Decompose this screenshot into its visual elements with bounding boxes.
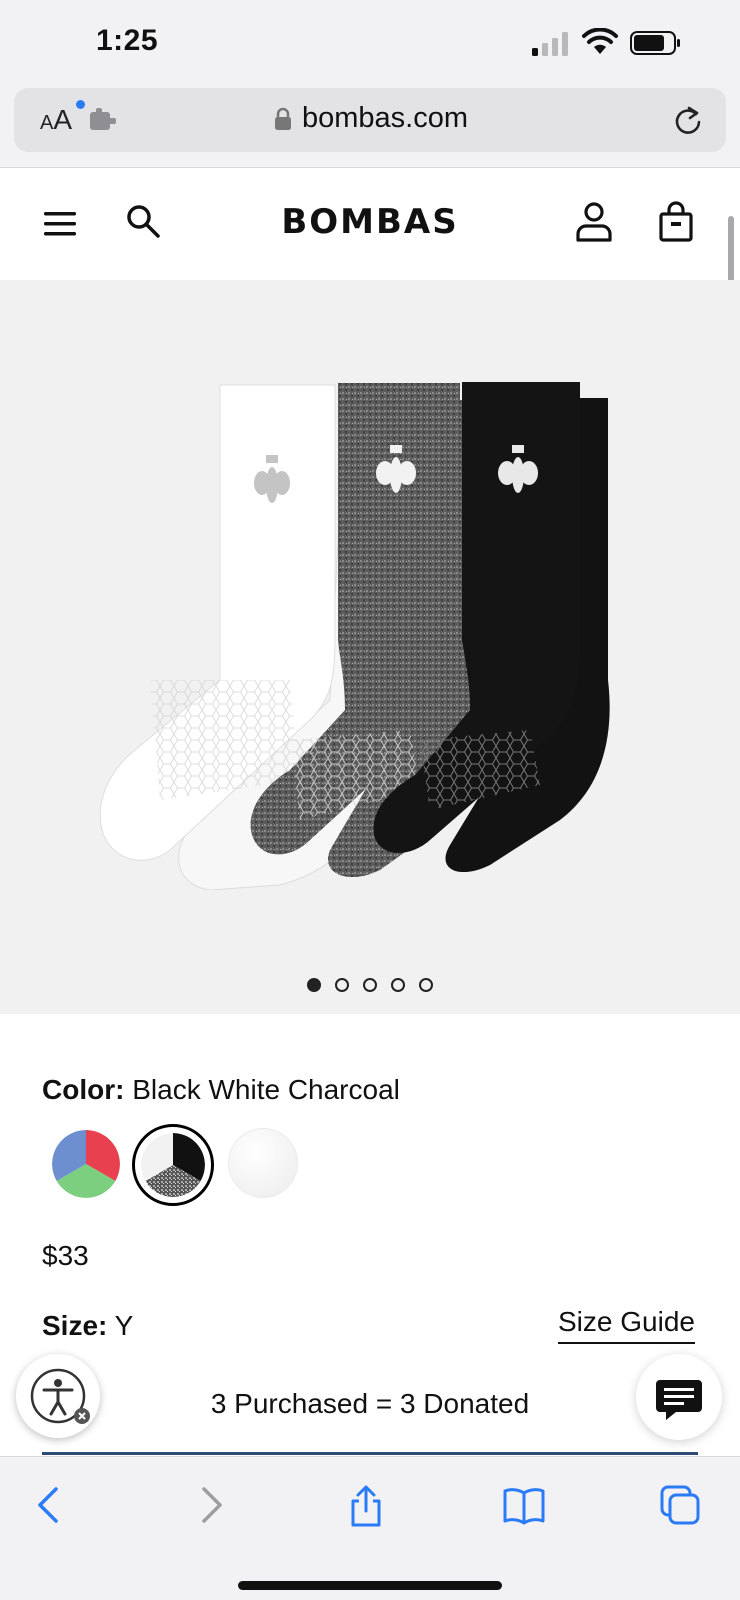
browser-address-area: AA bombas.com bbox=[0, 86, 740, 168]
status-bar: 1:25 bbox=[0, 0, 740, 86]
battery-icon bbox=[630, 31, 680, 55]
announcement-banner-clipped: ———— ——— ——— bbox=[0, 168, 740, 176]
chat-button[interactable] bbox=[636, 1354, 722, 1440]
color-value: Black White Charcoal bbox=[132, 1074, 400, 1105]
size-guide-link[interactable]: Size Guide bbox=[558, 1306, 695, 1344]
size-selection: Size: Y bbox=[42, 1310, 133, 1342]
home-indicator[interactable] bbox=[238, 1581, 502, 1590]
color-label: Color: bbox=[42, 1074, 125, 1105]
add-to-cart-button-edge[interactable] bbox=[42, 1452, 698, 1455]
back-icon[interactable] bbox=[28, 1483, 72, 1527]
gallery-dot-1[interactable] bbox=[307, 978, 321, 992]
donation-message: 3 Purchased = 3 Donated bbox=[210, 1388, 530, 1419]
product-image-socks bbox=[99, 382, 610, 890]
share-icon[interactable] bbox=[344, 1483, 388, 1527]
wifi-icon bbox=[582, 28, 618, 54]
gallery-dot-4[interactable] bbox=[391, 978, 405, 992]
url-text: bombas.com bbox=[302, 102, 469, 134]
swatch-black-white-charcoal bbox=[141, 1133, 205, 1197]
reload-icon[interactable] bbox=[672, 104, 704, 136]
browser-toolbar bbox=[0, 1456, 740, 1600]
size-value: Y bbox=[114, 1310, 134, 1341]
swatch-black-white-charcoal-selected[interactable] bbox=[132, 1124, 214, 1206]
bookmarks-icon[interactable] bbox=[502, 1483, 546, 1527]
swatch-multicolor[interactable] bbox=[52, 1130, 120, 1198]
account-icon[interactable] bbox=[574, 200, 614, 244]
product-price: $33 bbox=[42, 1240, 89, 1271]
product-image-gallery[interactable] bbox=[0, 280, 740, 1014]
chat-icon bbox=[656, 1380, 702, 1420]
size-label: Size: bbox=[42, 1310, 108, 1341]
forward-icon[interactable] bbox=[188, 1483, 232, 1527]
url-bar[interactable]: AA bombas.com bbox=[14, 88, 726, 152]
brand-logo[interactable]: BOMBAS bbox=[0, 202, 740, 242]
swatch-white[interactable] bbox=[228, 1128, 298, 1198]
status-time: 1:25 bbox=[96, 24, 159, 57]
cart-icon[interactable] bbox=[656, 200, 696, 244]
gallery-dot-3[interactable] bbox=[363, 978, 377, 992]
extension-icon[interactable] bbox=[88, 108, 118, 132]
site-header: BOMBAS bbox=[0, 176, 740, 280]
gallery-dot-5[interactable] bbox=[419, 978, 433, 992]
lock-icon bbox=[275, 107, 291, 130]
text-size-button[interactable]: AA bbox=[40, 104, 72, 136]
accessibility-button[interactable] bbox=[16, 1354, 100, 1438]
accessibility-icon bbox=[30, 1368, 90, 1424]
gallery-pagination bbox=[0, 978, 740, 992]
gallery-dot-2[interactable] bbox=[335, 978, 349, 992]
tabs-icon[interactable] bbox=[658, 1483, 702, 1527]
notification-dot bbox=[76, 100, 85, 109]
color-selection: Color: Black White Charcoal bbox=[42, 1074, 400, 1106]
cellular-signal-icon bbox=[532, 32, 568, 56]
url-display[interactable]: bombas.com bbox=[274, 102, 468, 135]
